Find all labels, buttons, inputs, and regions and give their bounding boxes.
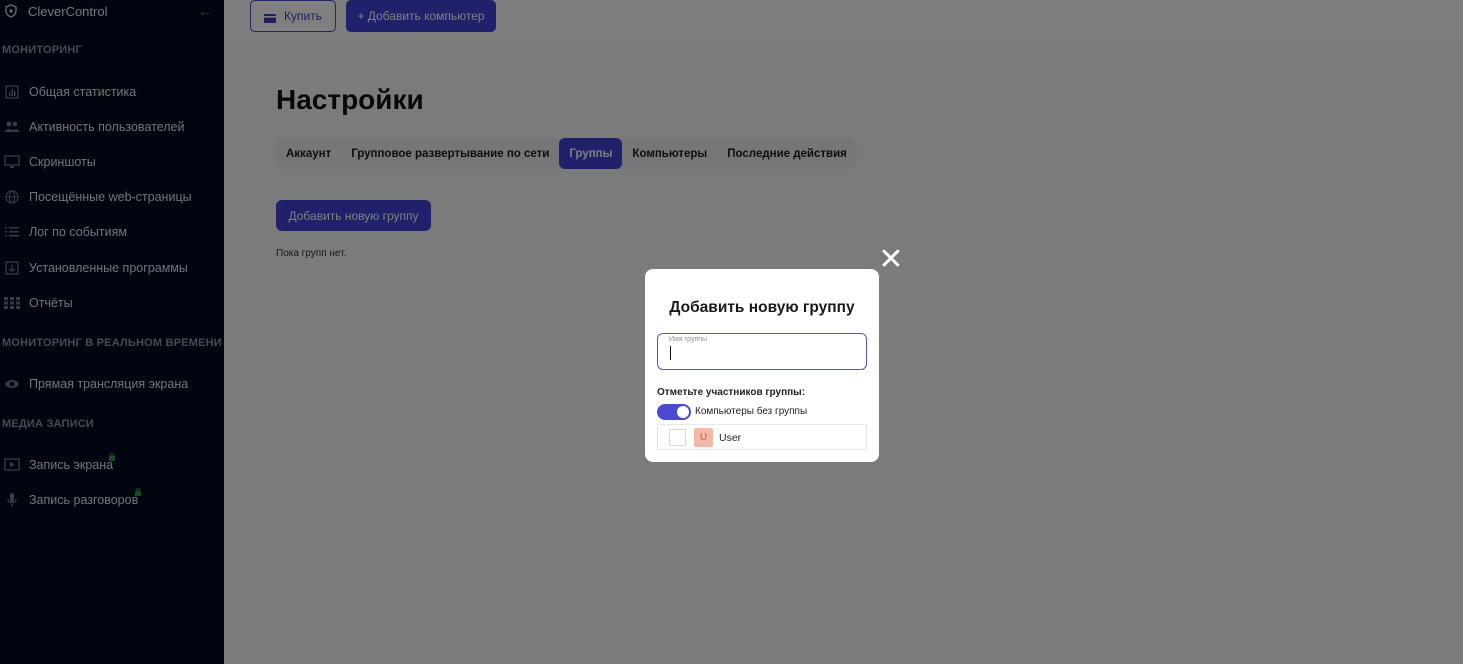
avatar: U (694, 428, 713, 447)
add-group-modal: Добавить новую группу Имя группы Отметьт… (645, 269, 879, 462)
text-caret (670, 346, 671, 360)
member-row[interactable]: U User (657, 424, 867, 450)
group-name-label: Имя группы (669, 336, 708, 343)
group-name-field[interactable]: Имя группы (657, 333, 867, 370)
group-name-input[interactable] (669, 345, 854, 363)
ungrouped-computers-toggle[interactable] (657, 404, 691, 420)
member-checkbox[interactable] (669, 429, 686, 446)
toggle-label: Компьютеры без группы (695, 406, 808, 417)
members-label: Отметьте участников группы: (657, 387, 806, 398)
close-icon[interactable]: ✕ (878, 245, 904, 275)
modal-title: Добавить новую группу (669, 299, 855, 316)
member-name: User (719, 432, 742, 444)
